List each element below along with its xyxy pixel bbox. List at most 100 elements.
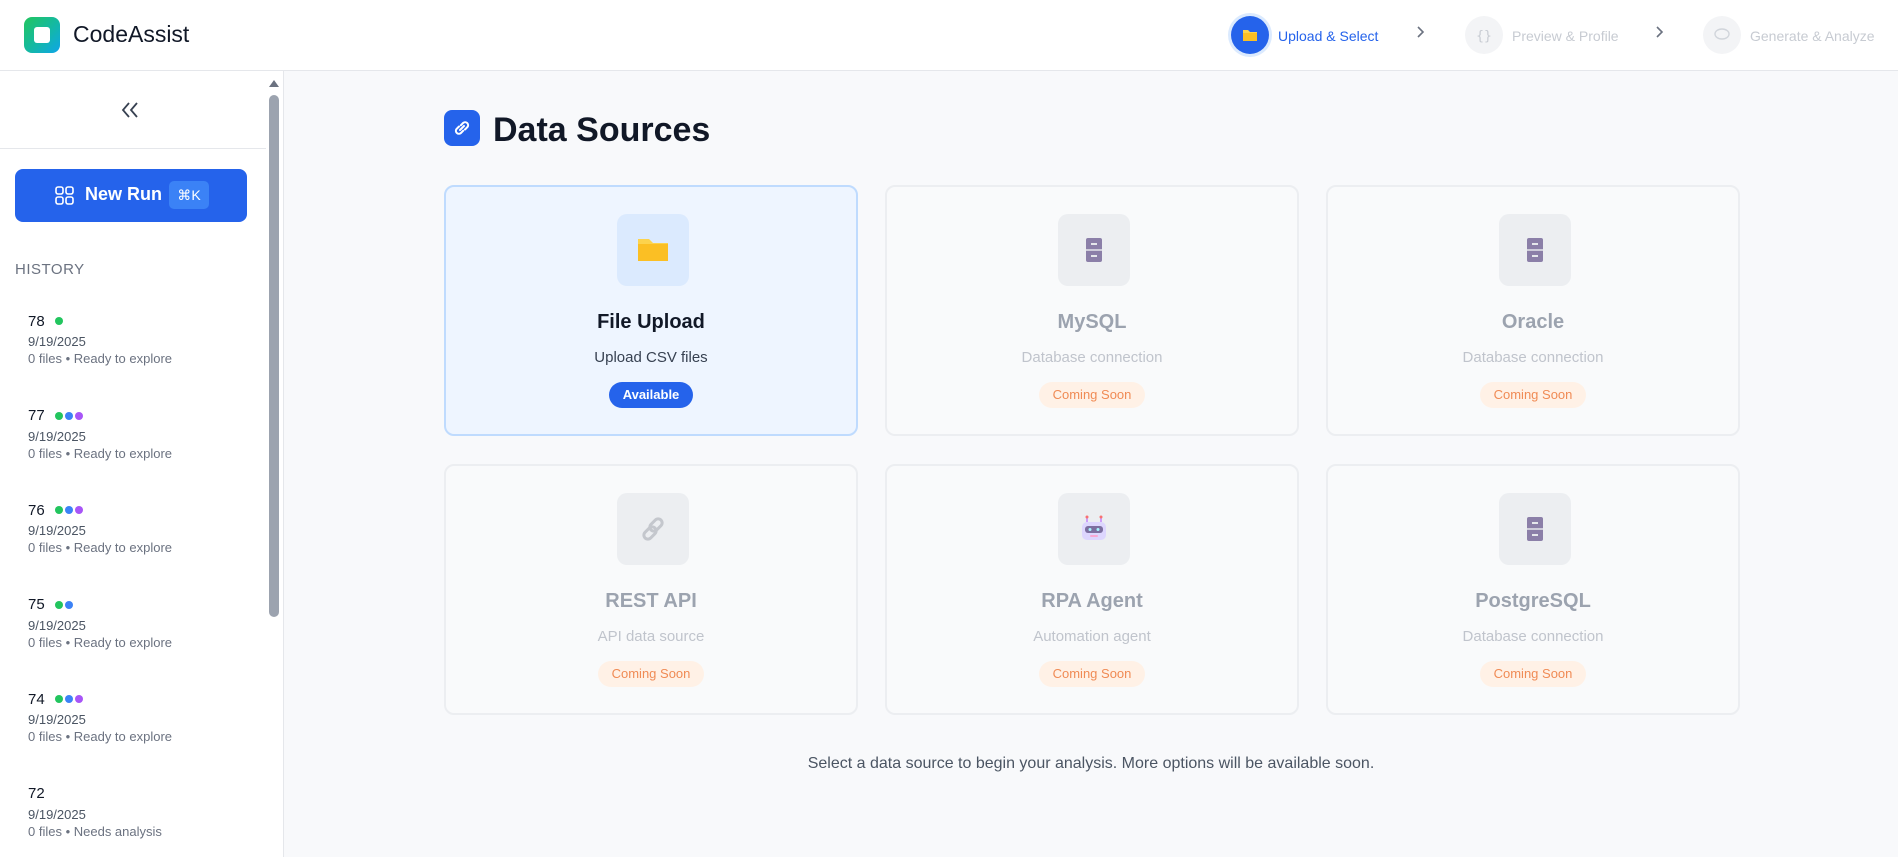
status-badge: Coming Soon [597, 661, 705, 687]
sidebar-divider [0, 148, 266, 149]
source-card-title: Oracle [1501, 311, 1565, 333]
source-card-title: REST API [605, 590, 697, 612]
source-card-oracle[interactable]: Oracle Database connection Coming Soon [1326, 185, 1740, 436]
file-cabinet-icon [1499, 214, 1571, 286]
step-label-upload-select[interactable]: Upload & Select [1278, 28, 1378, 44]
app-logo [24, 17, 60, 53]
history-item-number: 74 [28, 690, 45, 708]
scroll-up-arrow-icon[interactable] [267, 77, 281, 89]
source-card-title: MySQL [1057, 311, 1127, 333]
source-card-description: API data source [597, 628, 705, 645]
history-item[interactable]: 78 9/19/2025 0 files • Ready to explore [28, 312, 258, 407]
keyboard-shortcut-badge: ⌘K [169, 181, 209, 209]
history-heading: HISTORY [15, 261, 85, 278]
page-title: Data Sources [493, 111, 711, 149]
step-label-preview-profile[interactable]: Preview & Profile [1512, 28, 1619, 44]
history-item-date: 9/19/2025 [28, 523, 86, 539]
history-item-status: 0 files • Ready to explore [28, 540, 173, 556]
history-item-number: 77 [28, 407, 45, 424]
status-dots [53, 501, 84, 519]
braces-icon: {} [1476, 29, 1492, 44]
new-run-label: New Run [85, 184, 163, 204]
history-item[interactable]: 77 9/19/2025 0 files • Ready to explore [28, 407, 258, 502]
history-item-number: 75 [28, 596, 45, 613]
status-dot [55, 317, 64, 325]
status-dot [55, 695, 64, 703]
source-card-description: Database connection [1462, 628, 1604, 645]
status-badge: Coming Soon [1038, 661, 1146, 687]
history-item-number: 78 [28, 312, 45, 330]
status-badge: Coming Soon [1479, 661, 1587, 687]
status-dot [55, 506, 64, 514]
source-card-rest-api[interactable]: REST API API data source Coming Soon [444, 464, 858, 715]
history-item-date: 9/19/2025 [28, 334, 86, 350]
folder-icon [1243, 30, 1257, 41]
status-badge: Coming Soon [1038, 382, 1146, 408]
status-dot [55, 600, 64, 609]
source-card-title: RPA Agent [1041, 590, 1143, 612]
source-card-file-upload[interactable]: File Upload Upload CSV files Available [444, 185, 858, 436]
link-icon [617, 493, 689, 565]
history-item-date: 9/19/2025 [28, 712, 86, 728]
status-dots [53, 407, 84, 425]
history-item-date: 9/19/2025 [28, 617, 86, 633]
history-item-status: 0 files • Ready to explore [28, 351, 173, 367]
status-dots [53, 312, 64, 330]
history-item-number: 72 [28, 784, 45, 802]
history-item-status: 0 files • Needs analysis [28, 823, 162, 839]
file-cabinet-icon [1058, 214, 1130, 286]
source-card-title: PostgreSQL [1475, 590, 1591, 612]
history-item[interactable]: 76 9/19/2025 0 files • Ready to explore [28, 501, 258, 596]
history-list: 78 9/19/2025 0 files • Ready to explore … [28, 312, 258, 857]
app-title: CodeAssist [73, 21, 190, 47]
status-dot [65, 506, 74, 514]
svg-text:{}: {} [1476, 29, 1492, 44]
chevron-right-icon [1656, 26, 1664, 38]
chat-bubble-icon [1714, 28, 1730, 40]
status-dot [75, 411, 84, 420]
history-item-date: 9/19/2025 [28, 806, 86, 822]
status-badge: Available [608, 382, 694, 408]
history-item-status: 0 files • Ready to explore [28, 634, 173, 650]
step-upload-select[interactable] [1231, 16, 1269, 54]
source-card-title: File Upload [597, 311, 705, 333]
history-item[interactable]: 75 9/19/2025 0 files • Ready to explore [28, 596, 258, 691]
source-card-mysql[interactable]: MySQL Database connection Coming Soon [885, 185, 1299, 436]
status-dot [65, 600, 74, 609]
status-dot [75, 506, 84, 514]
source-card-postgresql[interactable]: PostgreSQL Database connection Coming So… [1326, 464, 1740, 715]
history-item[interactable]: 72 9/19/2025 0 files • Needs analysis [28, 785, 258, 857]
robot-icon [1058, 493, 1130, 565]
link-icon [444, 110, 480, 146]
status-dot [55, 411, 64, 420]
chevron-right-icon [1417, 26, 1425, 38]
folder-icon [617, 214, 689, 286]
new-run-button[interactable]: New Run ⌘K [15, 169, 247, 222]
source-card-description: Automation agent [1033, 628, 1151, 645]
history-item-date: 9/19/2025 [28, 428, 86, 444]
status-badge: Coming Soon [1479, 382, 1587, 408]
history-item-number: 76 [28, 501, 45, 519]
status-dots [53, 596, 74, 614]
step-generate-analyze[interactable] [1703, 16, 1741, 54]
sidebar: New Run ⌘K HISTORY 78 9/19/2025 0 files … [0, 71, 284, 857]
grid-icon [55, 186, 74, 205]
scrollbar-thumb[interactable] [269, 95, 279, 617]
top-bar: CodeAssist Upload & Select {} Preview & … [0, 0, 1898, 71]
status-dots [53, 690, 84, 708]
status-dot [65, 411, 74, 420]
collapse-sidebar-icon[interactable] [110, 95, 150, 125]
history-item[interactable]: 74 9/19/2025 0 files • Ready to explore [28, 690, 258, 785]
source-card-description: Upload CSV files [594, 349, 708, 366]
source-card-rpa-agent[interactable]: RPA Agent Automation agent Coming Soon [885, 464, 1299, 715]
source-card-description: Database connection [1021, 349, 1163, 366]
history-item-status: 0 files • Ready to explore [28, 729, 173, 745]
status-dot [75, 695, 84, 703]
step-preview-profile[interactable]: {} [1465, 16, 1503, 54]
step-label-generate-analyze[interactable]: Generate & Analyze [1750, 28, 1875, 44]
source-card-description: Database connection [1462, 349, 1604, 366]
stepper: Upload & Select {} Preview & Profile Gen… [1198, 0, 1898, 71]
history-item-status: 0 files • Ready to explore [28, 445, 173, 461]
file-cabinet-icon [1499, 493, 1571, 565]
footer-note: Select a data source to begin your analy… [807, 755, 1375, 772]
